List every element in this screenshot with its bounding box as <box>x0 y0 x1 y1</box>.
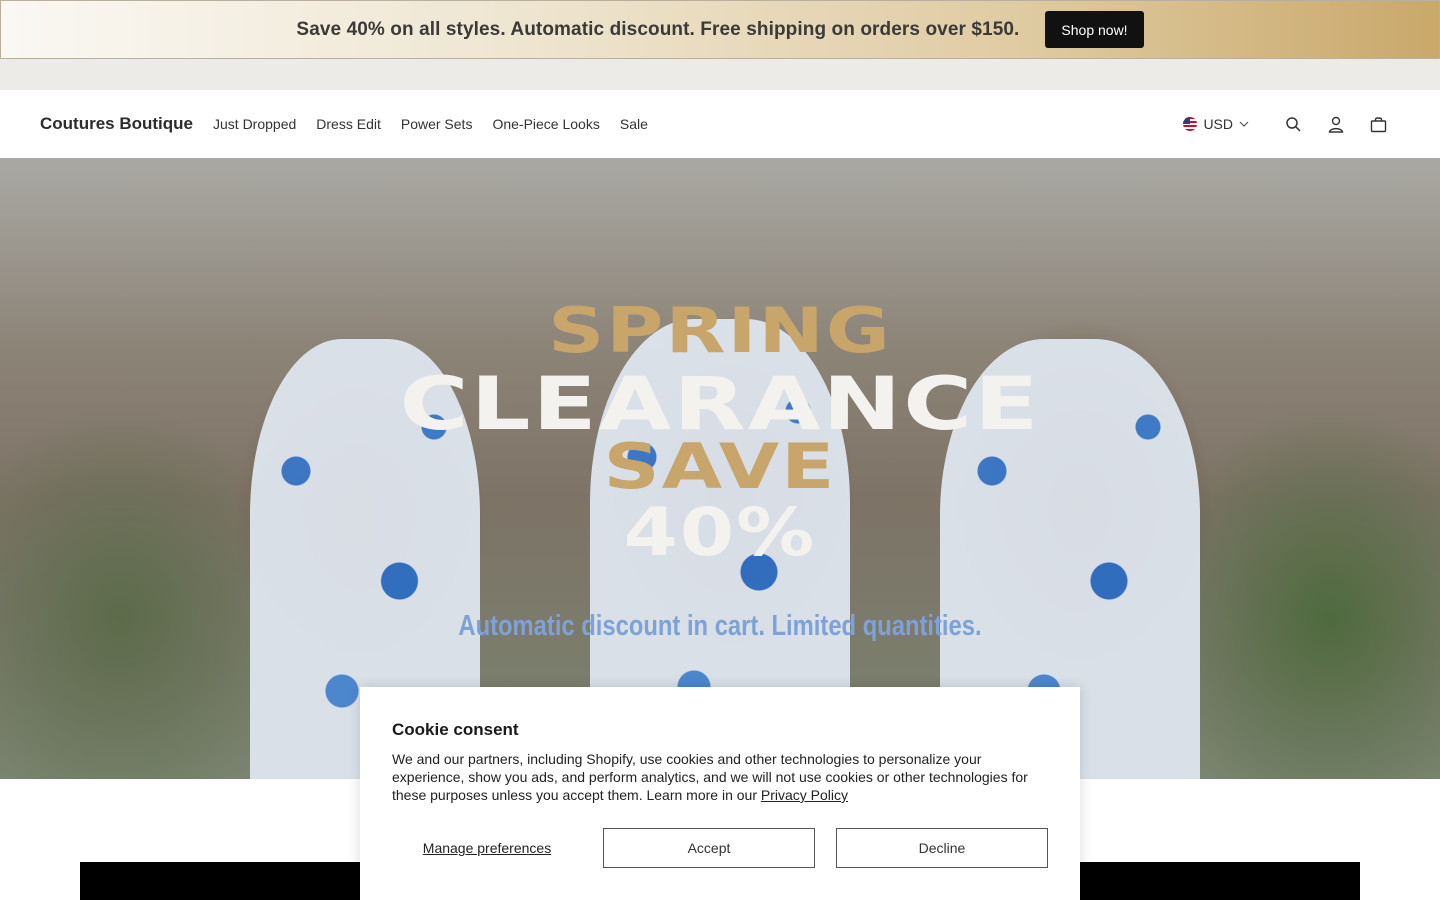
hero-line-spring: SPRING <box>548 295 892 367</box>
nav-item-sale[interactable]: Sale <box>620 116 648 132</box>
hero-line-save: SAVE <box>603 431 837 503</box>
cookie-consent-dialog: Cookie consent We and our partners, incl… <box>360 687 1080 900</box>
nav-item-just-dropped[interactable]: Just Dropped <box>213 116 296 132</box>
us-flag-icon <box>1183 117 1198 131</box>
nav-item-dress-edit[interactable]: Dress Edit <box>316 116 381 132</box>
main-nav: Just Dropped Dress Edit Power Sets One-P… <box>213 116 648 132</box>
privacy-policy-link[interactable]: Privacy Policy <box>761 787 848 803</box>
manage-preferences-link[interactable]: Manage preferences <box>392 840 582 856</box>
hero-subtitle: Automatic discount in cart. Limited quan… <box>458 610 982 642</box>
chevron-down-icon <box>1239 121 1249 127</box>
store-logo[interactable]: Coutures Boutique <box>40 114 193 134</box>
shop-now-button[interactable]: Shop now! <box>1045 11 1144 48</box>
accept-button[interactable]: Accept <box>603 828 815 868</box>
hero-headline: SPRING CLEARANCE SAVE 40% Automatic disc… <box>0 158 1440 779</box>
cookie-body-text: We and our partners, including Shopify, … <box>392 751 1028 803</box>
announcement-bar: Save 40% on all styles. Automatic discou… <box>0 0 1440 59</box>
decline-button[interactable]: Decline <box>836 828 1048 868</box>
currency-selector[interactable]: USD <box>1183 116 1249 132</box>
search-icon[interactable] <box>1271 112 1314 136</box>
cookie-title: Cookie consent <box>392 720 519 739</box>
hero-line-percent: 40% <box>623 494 817 572</box>
cookie-actions: Manage preferences Accept Decline <box>392 828 1048 868</box>
nav-item-power-sets[interactable]: Power Sets <box>401 116 473 132</box>
header-actions: USD <box>1183 112 1400 136</box>
announcement-text: Save 40% on all styles. Automatic discou… <box>296 18 1020 40</box>
spacer-band <box>0 59 1440 90</box>
site-header: Coutures Boutique Just Dropped Dress Edi… <box>0 90 1440 158</box>
account-icon[interactable] <box>1314 112 1357 136</box>
cookie-body: We and our partners, including Shopify, … <box>392 750 1048 804</box>
currency-label: USD <box>1203 116 1233 132</box>
cart-icon[interactable] <box>1357 112 1400 136</box>
nav-item-one-piece-looks[interactable]: One-Piece Looks <box>492 116 599 132</box>
hero-banner[interactable]: SPRING CLEARANCE SAVE 40% Automatic disc… <box>0 158 1440 779</box>
